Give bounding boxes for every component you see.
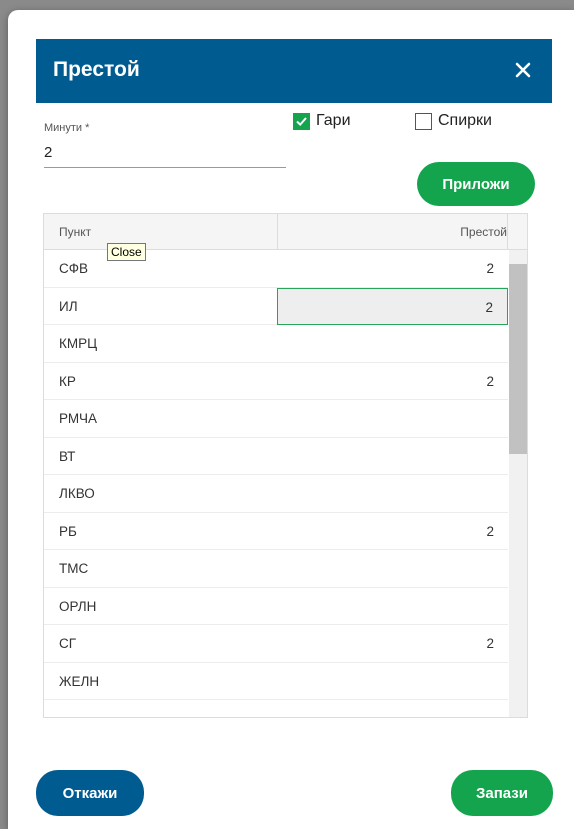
dialog-header: Престой [36, 39, 552, 103]
cell-downtime[interactable]: 2 [277, 513, 508, 550]
cell-downtime[interactable]: 2 [277, 250, 508, 287]
cell-downtime[interactable] [277, 325, 508, 362]
column-header-point[interactable]: Пункт [59, 225, 91, 239]
cell-point: ИЛ [59, 298, 78, 314]
cell-downtime[interactable]: 2 [277, 363, 508, 400]
cell-point: ВТ [59, 448, 76, 464]
minutes-input[interactable]: 2 [44, 144, 286, 168]
checkbox-gari[interactable]: Гари [293, 112, 351, 130]
cell-point: РМЧА [59, 411, 97, 426]
cell-point: ТМС [59, 561, 89, 576]
minutes-field[interactable]: Минути * 2 [44, 122, 286, 168]
cell-downtime[interactable]: 2 [277, 625, 508, 662]
dialog-title: Престой [53, 58, 140, 81]
cell-point: ОРЛН [59, 598, 97, 614]
cell-point: ЖЕЛН [59, 673, 100, 689]
scrollbar-thumb[interactable] [509, 264, 527, 454]
table-row[interactable]: ЛКВО [44, 475, 508, 513]
checkbox-spirki-label: Спирки [438, 112, 492, 129]
table-row[interactable]: ИЛ 2 [44, 287, 508, 325]
cell-point: КМРЦ [59, 336, 98, 351]
grid-rows: СФВ 2 ИЛ 2 КМРЦ КР 2 РМЧА ВТ ЛКВО РБ 2 ТМС О… [44, 250, 508, 700]
minutes-label: Минути * [44, 122, 90, 134]
cell-downtime[interactable] [277, 550, 508, 587]
cell-point: РБ [59, 523, 77, 539]
cell-point: СГ [59, 636, 77, 651]
table-row[interactable]: СГ 2 [44, 625, 508, 663]
cell-downtime[interactable] [277, 588, 508, 625]
cell-downtime[interactable] [277, 663, 508, 700]
checkbox-gari-label: Гари [316, 112, 351, 129]
cell-point: СФВ [59, 261, 89, 276]
checkbox-spirki[interactable]: Спирки [415, 112, 492, 130]
cell-downtime[interactable] [277, 438, 508, 475]
cancel-button[interactable]: Откажи [36, 770, 144, 816]
table-row[interactable]: РБ 2 [44, 513, 508, 550]
save-button[interactable]: Запази [451, 770, 553, 816]
cell-point: КР [59, 373, 76, 389]
close-icon [515, 62, 531, 78]
apply-button[interactable]: Приложи [417, 162, 535, 206]
table-row[interactable]: ВТ [44, 438, 508, 475]
table-row[interactable]: ТМС [44, 550, 508, 588]
close-tooltip: Close [107, 243, 146, 261]
checkbox-unchecked-icon[interactable] [415, 112, 432, 130]
cell-downtime[interactable] [277, 400, 508, 437]
checkbox-checked-icon[interactable] [293, 112, 310, 130]
close-button[interactable] [508, 55, 538, 85]
column-divider [507, 214, 508, 250]
table-row[interactable]: КМРЦ [44, 325, 508, 363]
data-grid: Пункт Престой СФВ 2 ИЛ 2 КМРЦ КР 2 РМЧА ВТ … [43, 213, 528, 718]
table-row[interactable]: КР 2 [44, 363, 508, 400]
table-row[interactable]: ЖЕЛН [44, 663, 508, 700]
table-row[interactable]: РМЧА [44, 400, 508, 438]
cell-downtime-selected[interactable]: 2 [277, 287, 508, 325]
cell-downtime[interactable] [277, 475, 508, 512]
column-divider [277, 214, 278, 250]
table-row[interactable]: ОРЛН [44, 588, 508, 625]
cell-point: ЛКВО [59, 486, 95, 501]
column-header-downtime[interactable]: Престой [387, 225, 507, 239]
